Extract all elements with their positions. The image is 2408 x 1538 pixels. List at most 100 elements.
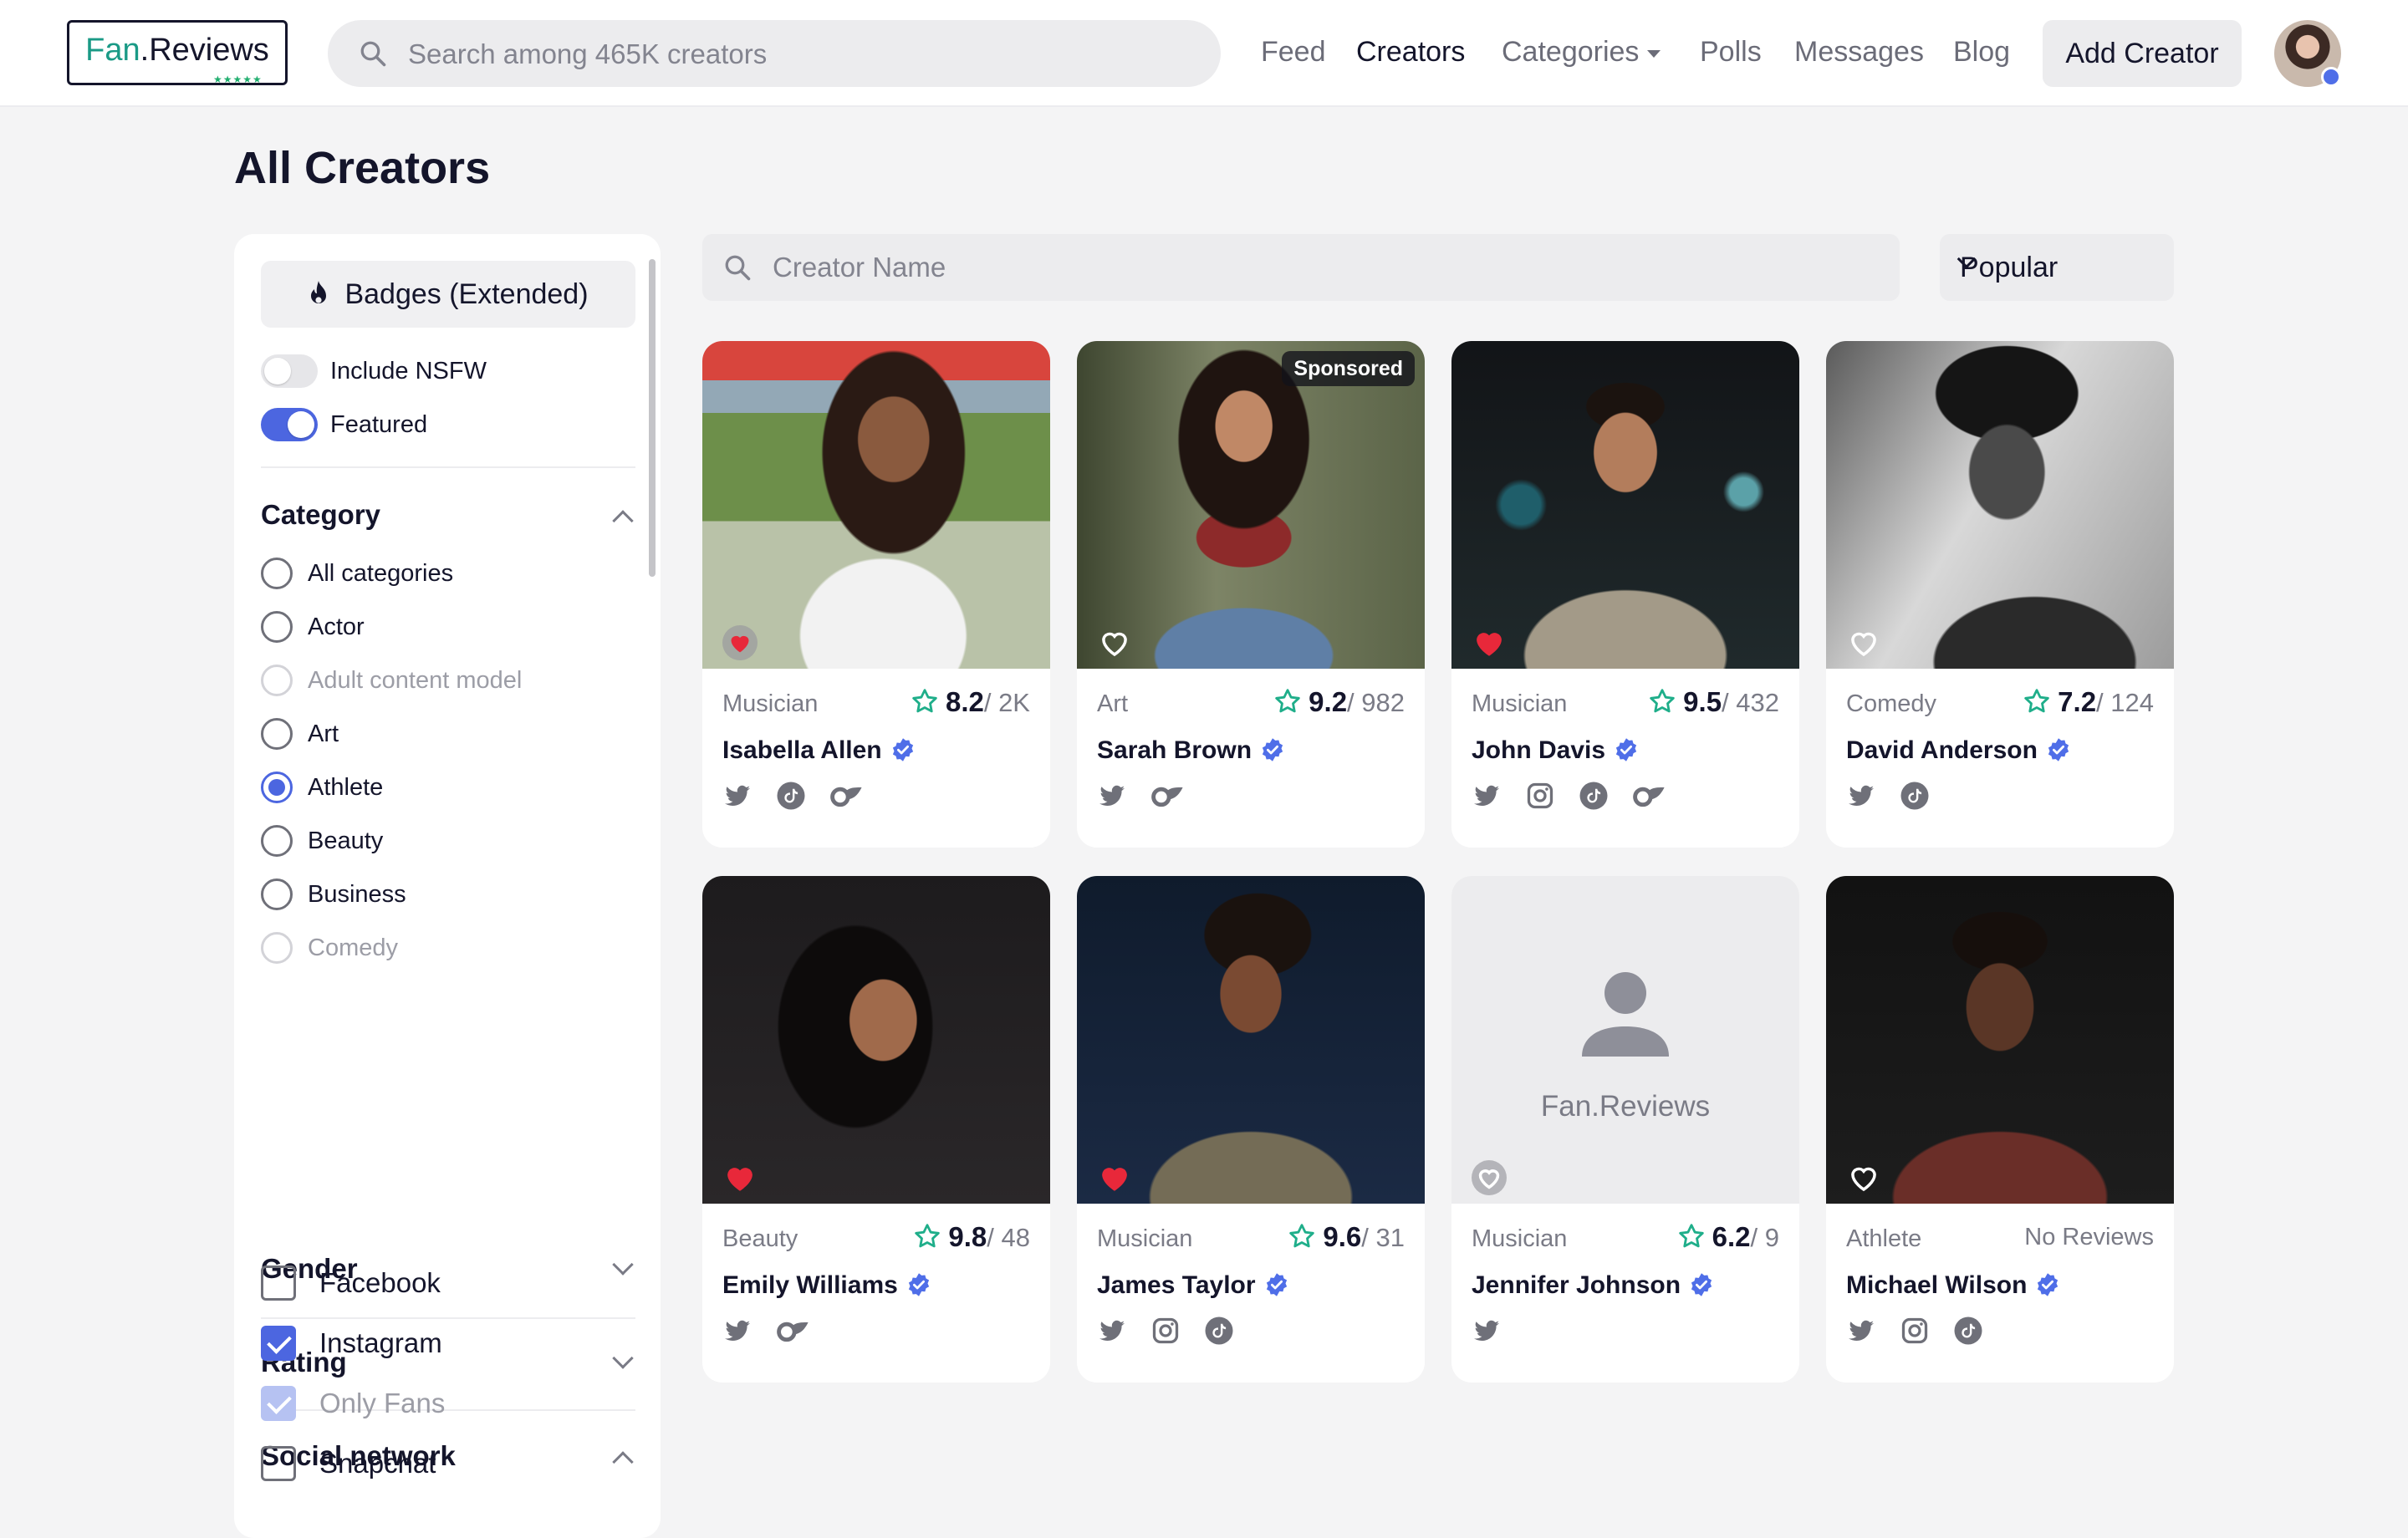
creator-card[interactable]: Beauty 9.8/ 48 Emily Williams xyxy=(702,876,1050,1383)
onlyfans-icon[interactable] xyxy=(1150,781,1184,811)
onlyfans-icon[interactable] xyxy=(1632,781,1666,811)
social-option-label: Only Fans xyxy=(319,1388,446,1418)
heart-outline-icon[interactable] xyxy=(1846,625,1881,660)
rating-section-header[interactable]: Rating xyxy=(261,1346,635,1379)
radio-button[interactable] xyxy=(261,611,293,643)
nsfw-toggle[interactable] xyxy=(261,354,318,388)
checkbox[interactable] xyxy=(261,1446,296,1481)
star-icon xyxy=(1275,689,1300,713)
creator-name[interactable]: Isabella Allen xyxy=(722,734,916,767)
creator-name[interactable]: David Anderson xyxy=(1846,734,2071,767)
twitter-icon[interactable] xyxy=(1472,1316,1502,1346)
heart-filled-icon[interactable] xyxy=(722,625,758,660)
category-title: Category xyxy=(261,499,381,530)
creator-card[interactable]: Athlete No Reviews Michael Wilson xyxy=(1826,876,2174,1383)
nav-polls[interactable]: Polls xyxy=(1700,35,1762,69)
review-count: / 48 xyxy=(987,1223,1030,1252)
verified-icon xyxy=(1615,738,1637,761)
creator-rating: 9.5/ 432 xyxy=(1648,685,1779,720)
twitter-icon[interactable] xyxy=(1846,1316,1876,1346)
twitter-icon[interactable] xyxy=(1472,781,1502,811)
checkbox[interactable] xyxy=(261,1266,296,1301)
creator-card[interactable]: Musician 8.2/ 2K Isabella Allen xyxy=(702,341,1050,848)
tiktok-icon[interactable] xyxy=(1204,1316,1234,1346)
creator-card[interactable]: Comedy 7.2/ 124 David Anderson xyxy=(1826,341,2174,848)
radio-button[interactable] xyxy=(261,718,293,750)
nav-messages[interactable]: Messages xyxy=(1794,35,1924,69)
creator-card[interactable]: Musician 9.6/ 31 James Taylor xyxy=(1077,876,1425,1383)
heart-outline-icon[interactable] xyxy=(1097,625,1132,660)
heart-outline-icon[interactable] xyxy=(1846,1160,1881,1195)
creator-card[interactable]: Sponsored Art 9.2/ 982 Sarah Brown xyxy=(1077,341,1425,848)
divider xyxy=(261,1317,635,1319)
radio-button[interactable] xyxy=(261,772,293,803)
checkbox[interactable] xyxy=(261,1386,296,1421)
category-section-header[interactable]: Category xyxy=(261,498,635,532)
gender-section-header[interactable]: Gender xyxy=(261,1252,635,1286)
add-creator-button[interactable]: Add Creator xyxy=(2043,20,2242,87)
sort-select[interactable]: Popular xyxy=(1940,234,2174,301)
heart-filled-icon[interactable] xyxy=(1472,625,1507,660)
checkbox[interactable] xyxy=(261,1326,296,1361)
creator-card[interactable]: Musician 9.5/ 432 John Davis xyxy=(1451,341,1799,848)
heart-filled-icon[interactable] xyxy=(1097,1160,1132,1195)
onlyfans-icon[interactable] xyxy=(776,1316,809,1346)
creator-photo[interactable] xyxy=(1826,341,2174,669)
creator-photo[interactable] xyxy=(1077,341,1425,669)
social-option-label: Snapchat xyxy=(319,1448,436,1479)
tiktok-icon[interactable] xyxy=(1579,781,1609,811)
instagram-icon[interactable] xyxy=(1900,1316,1930,1346)
nav-feed[interactable]: Feed xyxy=(1261,35,1326,69)
nav-categories[interactable]: Categories xyxy=(1502,35,1661,69)
creator-name-text: Emily Williams xyxy=(722,1271,898,1299)
social-section-header[interactable]: Social network xyxy=(261,1439,635,1473)
instagram-icon[interactable] xyxy=(1525,781,1555,811)
tiktok-icon[interactable] xyxy=(1953,1316,1983,1346)
rating-score: 9.2 xyxy=(1309,686,1348,717)
creator-search-input[interactable]: Creator Name xyxy=(702,234,1900,301)
creator-photo-placeholder[interactable]: Fan.Reviews xyxy=(1451,876,1799,1204)
heart-filled-icon[interactable] xyxy=(722,1160,758,1195)
instagram-icon[interactable] xyxy=(1150,1316,1181,1346)
twitter-icon[interactable] xyxy=(1097,781,1127,811)
tiktok-icon[interactable] xyxy=(1900,781,1930,811)
twitter-icon[interactable] xyxy=(722,781,752,811)
star-icon xyxy=(1289,1224,1315,1248)
creator-name[interactable]: James Taylor xyxy=(1097,1269,1289,1302)
creator-name[interactable]: Michael Wilson xyxy=(1846,1269,2060,1302)
creator-photo[interactable] xyxy=(702,341,1050,669)
creator-name[interactable]: John Davis xyxy=(1472,734,1639,767)
radio-button[interactable] xyxy=(261,932,293,964)
heart-outline-icon[interactable] xyxy=(1472,1160,1507,1195)
radio-button[interactable] xyxy=(261,878,293,910)
creator-photo[interactable] xyxy=(1451,341,1799,669)
star-icon xyxy=(912,689,937,713)
tiktok-icon[interactable] xyxy=(776,781,806,811)
creator-photo[interactable] xyxy=(1077,876,1425,1204)
nav-blog[interactable]: Blog xyxy=(1953,35,2010,69)
creator-category: Athlete xyxy=(1846,1225,1922,1252)
badges-button[interactable]: Badges (Extended) xyxy=(261,261,635,328)
creator-name[interactable]: Emily Williams xyxy=(722,1269,931,1302)
featured-toggle[interactable] xyxy=(261,408,318,441)
sort-value: Popular xyxy=(1960,252,2059,283)
verified-icon xyxy=(1691,1273,1712,1296)
review-count: / 9 xyxy=(1750,1223,1779,1252)
toggle-knob xyxy=(288,411,314,438)
creator-name[interactable]: Jennifer Johnson xyxy=(1472,1269,1714,1302)
creator-photo[interactable] xyxy=(702,876,1050,1204)
site-logo[interactable]: Fan.Reviews ★★★★★ xyxy=(67,20,288,85)
nav-creators[interactable]: Creators xyxy=(1356,35,1465,69)
creator-card[interactable]: Fan.Reviews Musician 6.2/ 9 Jennifer Johnso… xyxy=(1451,876,1799,1383)
radio-button[interactable] xyxy=(261,665,293,696)
sidebar-scrollbar[interactable] xyxy=(649,259,656,577)
onlyfans-icon[interactable] xyxy=(829,781,863,811)
creator-photo[interactable] xyxy=(1826,876,2174,1204)
twitter-icon[interactable] xyxy=(722,1316,752,1346)
creator-name[interactable]: Sarah Brown xyxy=(1097,734,1285,767)
twitter-icon[interactable] xyxy=(1846,781,1876,811)
radio-button[interactable] xyxy=(261,558,293,589)
global-search-input[interactable]: Search among 465K creators xyxy=(328,20,1221,87)
radio-button[interactable] xyxy=(261,825,293,857)
twitter-icon[interactable] xyxy=(1097,1316,1127,1346)
